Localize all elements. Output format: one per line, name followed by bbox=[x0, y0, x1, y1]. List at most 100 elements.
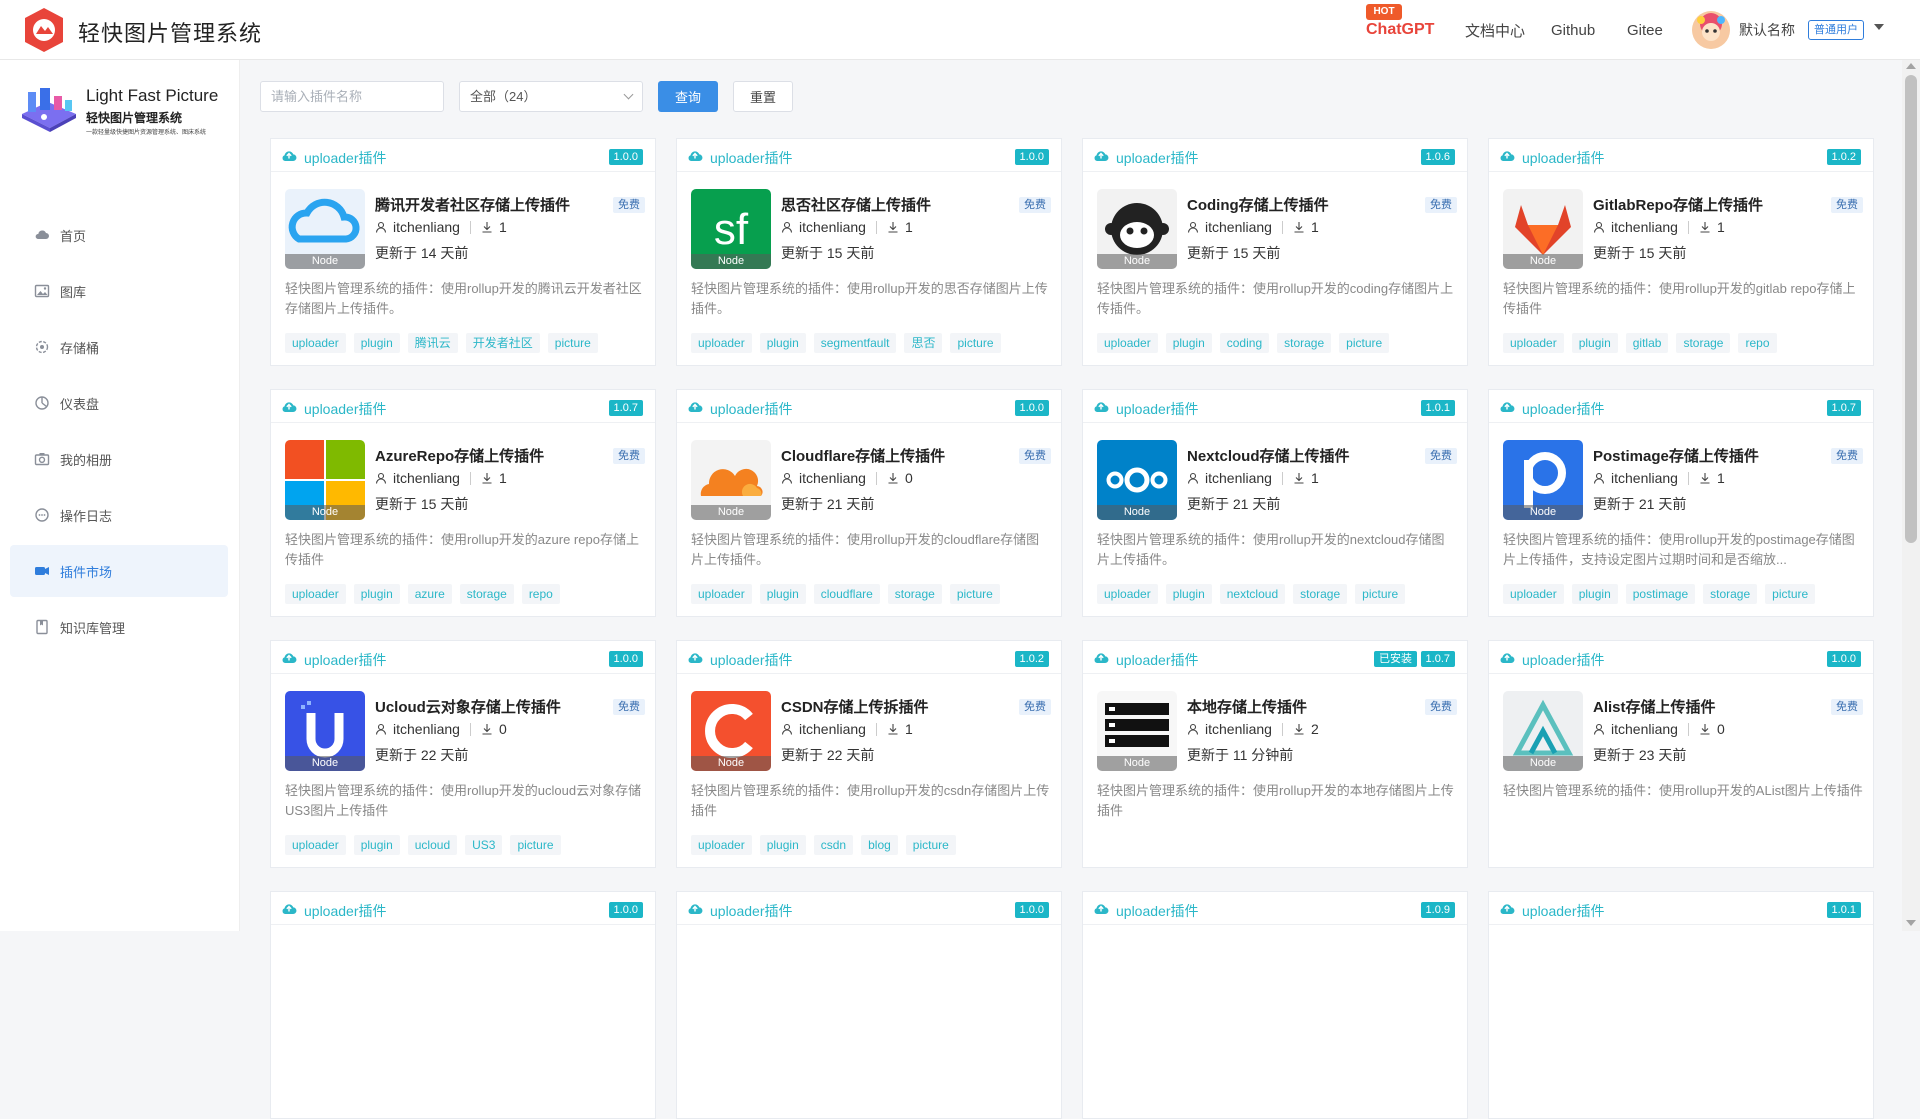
plugin-tag[interactable]: storage bbox=[1277, 333, 1332, 353]
plugin-card[interactable]: uploader插件 1.0.1 Node Nextcloud存储上传插件 免费 itch… bbox=[1082, 389, 1468, 617]
plugin-card[interactable]: uploader插件 1.0.0 Node Cloudflare存储上传插件 免费 itc… bbox=[676, 389, 1062, 617]
plugin-card[interactable]: uploader插件 1.0.0 Node Ucloud云对象存储上传插件 免费 itch… bbox=[270, 640, 656, 868]
plugin-tag[interactable]: plugin bbox=[759, 333, 806, 353]
plugin-name[interactable]: Cloudflare存储上传插件 bbox=[781, 445, 945, 466]
plugin-card[interactable]: uploader插件 1.0.0 sf Node 思否社区存储上传插件 免费 itchenl… bbox=[676, 138, 1062, 366]
scroll-down-arrow-icon[interactable] bbox=[1906, 920, 1916, 926]
plugin-tag[interactable]: csdn bbox=[813, 835, 854, 855]
plugin-tag[interactable]: repo bbox=[521, 584, 560, 604]
plugin-tag[interactable]: uploader bbox=[1097, 584, 1158, 604]
plugin-tag[interactable]: plugin bbox=[1165, 584, 1212, 604]
plugin-tag[interactable]: repo bbox=[1738, 333, 1777, 353]
plugin-tag[interactable]: plugin bbox=[1165, 333, 1212, 353]
plugin-tag[interactable]: storage bbox=[1293, 584, 1348, 604]
plugin-tag[interactable]: blog bbox=[861, 835, 898, 855]
plugin-tag[interactable]: nextcloud bbox=[1219, 584, 1286, 604]
plugin-tag[interactable]: uploader bbox=[285, 835, 346, 855]
plugin-tag[interactable]: 思否 bbox=[904, 333, 943, 353]
plugin-tag[interactable]: plugin bbox=[759, 584, 806, 604]
plugin-card[interactable]: uploader插件 已安装 1.0.7 Node 本地存储上传插件 免费 itchenli… bbox=[1082, 640, 1468, 868]
plugin-tag[interactable]: cloudflare bbox=[813, 584, 880, 604]
plugin-tag[interactable]: plugin bbox=[1571, 584, 1618, 604]
plugin-name[interactable]: CSDN存储上传拆插件 bbox=[781, 696, 929, 717]
plugin-tag[interactable]: uploader bbox=[691, 333, 752, 353]
plugin-tag[interactable]: plugin bbox=[353, 584, 400, 604]
plugin-name[interactable]: 思否社区存储上传插件 bbox=[781, 194, 931, 215]
nav-gitee-link[interactable]: Gitee bbox=[1627, 0, 1663, 60]
plugin-tag[interactable]: picture bbox=[547, 333, 598, 353]
plugin-card[interactable]: uploader插件 1.0.0 Node Alist存储上传插件 免费 itchenli… bbox=[1488, 640, 1874, 868]
plugin-name[interactable]: Postimage存储上传插件 bbox=[1593, 445, 1759, 466]
plugin-tag[interactable]: picture bbox=[1765, 584, 1816, 604]
plugin-name[interactable]: GitlabRepo存储上传插件 bbox=[1593, 194, 1763, 215]
plugin-name[interactable]: Ucloud云对象存储上传插件 bbox=[375, 696, 561, 717]
plugin-tag[interactable]: coding bbox=[1219, 333, 1270, 353]
user-avatar[interactable] bbox=[1692, 11, 1730, 49]
plugin-tag[interactable]: storage bbox=[1676, 333, 1731, 353]
plugin-card[interactable]: uploader插件 1.0.0 Node 腾讯开发者社区存储上传插件 免费 itchen… bbox=[270, 138, 656, 366]
plugin-tag[interactable]: 开发者社区 bbox=[465, 333, 540, 353]
plugin-tag[interactable]: uploader bbox=[691, 584, 752, 604]
plugin-card[interactable]: uploader插件 1.0.7 Node Postimage存储上传插件 免费 itch… bbox=[1488, 389, 1874, 617]
plugin-card[interactable]: uploader插件 1.0.9 bbox=[1082, 891, 1468, 1119]
plugin-tag[interactable]: gitlab bbox=[1625, 333, 1669, 353]
plugin-name[interactable]: AzureRepo存储上传插件 bbox=[375, 445, 544, 466]
sidebar-item-7[interactable]: 知识库管理 bbox=[10, 601, 228, 653]
plugin-tag[interactable]: plugin bbox=[1571, 333, 1618, 353]
plugin-tag[interactable]: storage bbox=[1703, 584, 1758, 604]
plugin-tag[interactable]: picture bbox=[950, 333, 1001, 353]
plugin-tag[interactable]: picture bbox=[1339, 333, 1390, 353]
plugin-name[interactable]: Alist存储上传插件 bbox=[1593, 696, 1716, 717]
nav-chatgpt-link[interactable]: ChatGPT bbox=[1366, 0, 1434, 60]
plugin-tag[interactable]: storage bbox=[459, 584, 514, 604]
plugin-name[interactable]: 腾讯开发者社区存储上传插件 bbox=[375, 194, 570, 215]
sidebar-item-3[interactable]: 仪表盘 bbox=[10, 377, 228, 429]
plugin-card[interactable]: uploader插件 1.0.2 Node GitlabRepo存储上传插件 免费 itc… bbox=[1488, 138, 1874, 366]
plugin-card[interactable]: uploader插件 1.0.0 bbox=[270, 891, 656, 1119]
sidebar-item-4[interactable]: 我的相册 bbox=[10, 433, 228, 485]
plugin-tag[interactable]: storage bbox=[887, 584, 942, 604]
plugin-tag[interactable]: segmentfault bbox=[813, 333, 897, 353]
scroll-up-arrow-icon[interactable] bbox=[1906, 63, 1916, 69]
plugin-tag[interactable]: azure bbox=[407, 584, 452, 604]
plugin-tag[interactable]: plugin bbox=[353, 333, 400, 353]
reset-button[interactable]: 重置 bbox=[733, 81, 793, 112]
plugin-tag[interactable]: plugin bbox=[759, 835, 806, 855]
plugin-tag[interactable]: plugin bbox=[353, 835, 400, 855]
plugin-tag[interactable]: US3 bbox=[465, 835, 503, 855]
plugin-card[interactable]: uploader插件 1.0.1 bbox=[1488, 891, 1874, 1119]
caret-down-icon[interactable] bbox=[1874, 24, 1884, 30]
plugin-tag[interactable]: uploader bbox=[1503, 584, 1564, 604]
plugin-card[interactable]: uploader插件 1.0.7 Node AzureRepo存储上传插件 免费 itch… bbox=[270, 389, 656, 617]
sidebar-item-2[interactable]: 存储桶 bbox=[10, 321, 228, 373]
plugin-name[interactable]: 本地存储上传插件 bbox=[1187, 696, 1307, 717]
plugin-card[interactable]: uploader插件 1.0.0 bbox=[676, 891, 1062, 1119]
sidebar-item-6[interactable]: 插件市场 bbox=[10, 545, 228, 597]
plugin-card[interactable]: uploader插件 1.0.6 Node Coding存储上传插件 免费 itchenl… bbox=[1082, 138, 1468, 366]
plugin-tag[interactable]: 腾讯云 bbox=[407, 333, 458, 353]
query-button[interactable]: 查询 bbox=[658, 81, 718, 112]
sidebar-item-1[interactable]: 图库 bbox=[10, 265, 228, 317]
plugin-tag[interactable]: picture bbox=[949, 584, 1000, 604]
plugin-tag[interactable]: uploader bbox=[285, 333, 346, 353]
plugin-name[interactable]: Nextcloud存储上传插件 bbox=[1187, 445, 1350, 466]
plugin-tag[interactable]: uploader bbox=[691, 835, 752, 855]
plugin-tag[interactable]: picture bbox=[1355, 584, 1406, 604]
sidebar-item-5[interactable]: 操作日志 bbox=[10, 489, 228, 541]
user-name[interactable]: 默认名称 bbox=[1739, 0, 1795, 60]
nav-docs-link[interactable]: 文档中心 bbox=[1465, 0, 1525, 60]
scrollbar-thumb[interactable] bbox=[1905, 75, 1917, 543]
plugin-filter-select[interactable]: 全部（24） bbox=[459, 81, 643, 112]
plugin-name[interactable]: Coding存储上传插件 bbox=[1187, 194, 1329, 215]
nav-github-link[interactable]: Github bbox=[1551, 0, 1595, 60]
plugin-card[interactable]: uploader插件 1.0.2 Node CSDN存储上传拆插件 免费 itchenli… bbox=[676, 640, 1062, 868]
plugin-tag[interactable]: ucloud bbox=[407, 835, 458, 855]
plugin-tag[interactable]: picture bbox=[905, 835, 956, 855]
plugin-tag[interactable]: uploader bbox=[1503, 333, 1564, 353]
plugin-tag[interactable]: uploader bbox=[1097, 333, 1158, 353]
plugin-tag[interactable]: postimage bbox=[1625, 584, 1696, 604]
sidebar-item-0[interactable]: 首页 bbox=[10, 209, 228, 261]
plugin-tag[interactable]: uploader bbox=[285, 584, 346, 604]
plugin-tag[interactable]: picture bbox=[510, 835, 561, 855]
plugin-search-input[interactable] bbox=[260, 81, 444, 112]
